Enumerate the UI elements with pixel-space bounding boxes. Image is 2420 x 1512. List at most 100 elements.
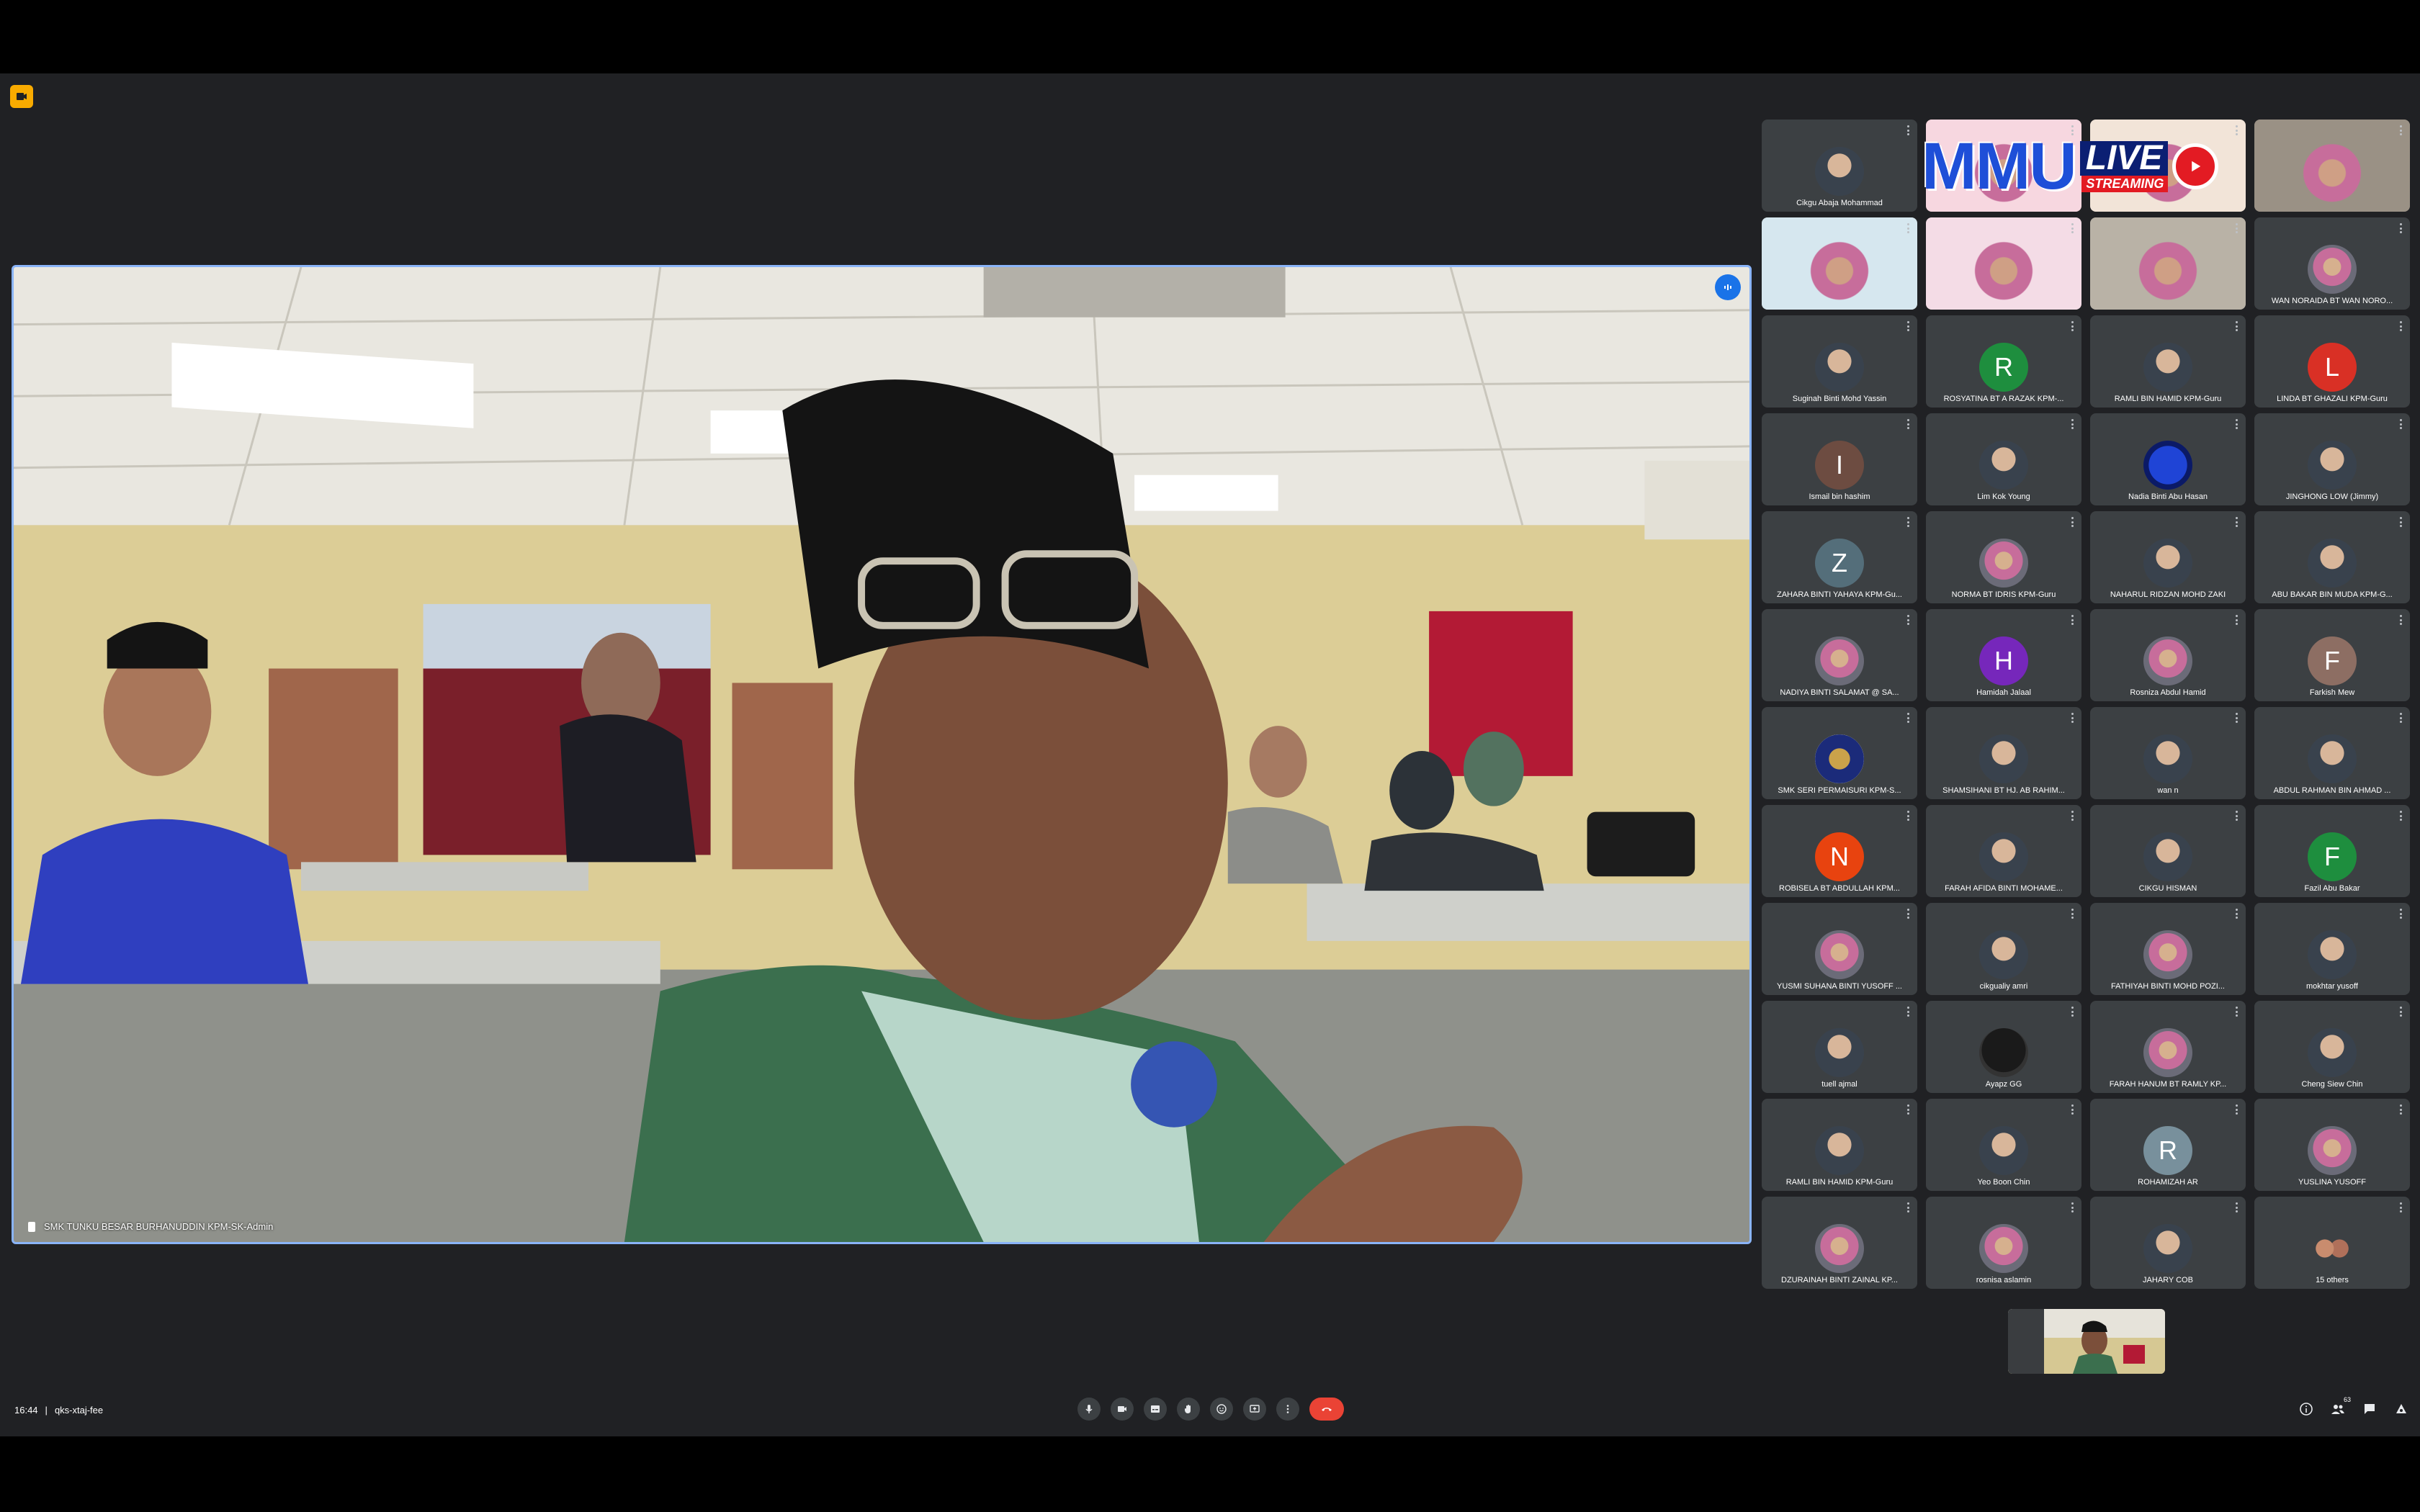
self-view-video[interactable] bbox=[2008, 1309, 2165, 1374]
participant-tile[interactable]: WAN NORAIDA BT WAN NORO... bbox=[2254, 217, 2410, 310]
participant-tile[interactable]: F Fazil Abu Bakar bbox=[2254, 805, 2410, 897]
participant-tile[interactable]: mokhtar yusoff bbox=[2254, 903, 2410, 995]
main-speaker-video[interactable]: SMK TUNKU BESAR BURHANUDDIN KPM-SK-Admin bbox=[12, 265, 1752, 1244]
participant-tile[interactable] bbox=[2254, 120, 2410, 212]
tile-options-icon[interactable] bbox=[2236, 1202, 2238, 1212]
participant-tile[interactable]: Cheng Siew Chin bbox=[2254, 1001, 2410, 1093]
participant-tile[interactable]: rosnisa aslamin bbox=[1926, 1197, 2081, 1289]
info-icon[interactable] bbox=[2298, 1400, 2315, 1418]
tile-options-icon[interactable] bbox=[2400, 125, 2403, 135]
tile-options-icon[interactable] bbox=[1907, 419, 1910, 429]
tile-options-icon[interactable] bbox=[2071, 811, 2074, 821]
tile-options-icon[interactable] bbox=[2236, 713, 2238, 723]
tile-options-icon[interactable] bbox=[2071, 223, 2074, 233]
microphone-icon[interactable] bbox=[1077, 1398, 1101, 1421]
tile-options-icon[interactable] bbox=[1907, 615, 1910, 625]
tile-options-icon[interactable] bbox=[2236, 419, 2238, 429]
tile-options-icon[interactable] bbox=[1907, 321, 1910, 331]
participant-tile[interactable]: ABDUL RAHMAN BIN AHMAD ... bbox=[2254, 707, 2410, 799]
tile-options-icon[interactable] bbox=[2400, 419, 2403, 429]
tile-options-icon[interactable] bbox=[2071, 1007, 2074, 1017]
participant-tile[interactable]: Suginah Binti Mohd Yassin bbox=[1762, 315, 1917, 408]
tile-options-icon[interactable] bbox=[2236, 615, 2238, 625]
participant-tile[interactable]: F Farkish Mew bbox=[2254, 609, 2410, 701]
participant-tile[interactable]: RAMLI BIN HAMID KPM-Guru bbox=[1762, 1099, 1917, 1191]
participant-tile[interactable]: Cikgu Abaja Mohammad bbox=[1762, 120, 1917, 212]
tile-options-icon[interactable] bbox=[1907, 811, 1910, 821]
tile-options-icon[interactable] bbox=[1907, 517, 1910, 527]
tile-options-icon[interactable] bbox=[2400, 811, 2403, 821]
tile-options-icon[interactable] bbox=[2071, 321, 2074, 331]
tile-options-icon[interactable] bbox=[2236, 1007, 2238, 1017]
tile-options-icon[interactable] bbox=[1907, 125, 1910, 135]
participant-tile[interactable]: Z ZAHARA BINTI YAHAYA KPM-Gu... bbox=[1762, 511, 1917, 603]
more-options-icon[interactable] bbox=[1276, 1398, 1299, 1421]
present-screen-icon[interactable] bbox=[1243, 1398, 1266, 1421]
raise-hand-icon[interactable] bbox=[1177, 1398, 1200, 1421]
tile-options-icon[interactable] bbox=[2400, 1007, 2403, 1017]
participant-tile[interactable]: FARAH AFIDA BINTI MOHAME... bbox=[1926, 805, 2081, 897]
emoji-icon[interactable] bbox=[1210, 1398, 1233, 1421]
tile-options-icon[interactable] bbox=[2236, 125, 2238, 135]
tile-options-icon[interactable] bbox=[2400, 1202, 2403, 1212]
participant-tile[interactable] bbox=[2090, 120, 2246, 212]
participant-tile[interactable]: RAMLI BIN HAMID KPM-Guru bbox=[2090, 315, 2246, 408]
participant-tile[interactable] bbox=[2090, 217, 2246, 310]
participant-tile[interactable]: JINGHONG LOW (Jimmy) bbox=[2254, 413, 2410, 505]
participant-tile[interactable]: tuell ajmal bbox=[1762, 1001, 1917, 1093]
app-badge-icon[interactable] bbox=[10, 85, 33, 108]
tile-options-icon[interactable] bbox=[1907, 1202, 1910, 1212]
tile-options-icon[interactable] bbox=[1907, 713, 1910, 723]
participant-tile[interactable]: DZURAINAH BINTI ZAINAL KP... bbox=[1762, 1197, 1917, 1289]
camera-icon[interactable] bbox=[1111, 1398, 1134, 1421]
tile-options-icon[interactable] bbox=[2236, 909, 2238, 919]
captions-icon[interactable] bbox=[1144, 1398, 1167, 1421]
tile-options-icon[interactable] bbox=[2071, 1202, 2074, 1212]
participant-tile[interactable]: NADIYA BINTI SALAMAT @ SA... bbox=[1762, 609, 1917, 701]
tile-options-icon[interactable] bbox=[2071, 713, 2074, 723]
chat-icon[interactable] bbox=[2361, 1400, 2378, 1418]
participant-tile[interactable]: 15 others bbox=[2254, 1197, 2410, 1289]
participant-tile[interactable]: N ROBISELA BT ABDULLAH KPM... bbox=[1762, 805, 1917, 897]
tile-options-icon[interactable] bbox=[2071, 517, 2074, 527]
tile-options-icon[interactable] bbox=[2400, 517, 2403, 527]
tile-options-icon[interactable] bbox=[2400, 615, 2403, 625]
tile-options-icon[interactable] bbox=[2236, 223, 2238, 233]
participant-tile[interactable] bbox=[1762, 217, 1917, 310]
tile-options-icon[interactable] bbox=[2400, 909, 2403, 919]
participant-tile[interactable] bbox=[1926, 120, 2081, 212]
participant-tile[interactable]: Ayapz GG bbox=[1926, 1001, 2081, 1093]
participant-tile[interactable]: L LINDA BT GHAZALI KPM-Guru bbox=[2254, 315, 2410, 408]
participant-tile[interactable]: YUSMI SUHANA BINTI YUSOFF ... bbox=[1762, 903, 1917, 995]
tile-options-icon[interactable] bbox=[2400, 223, 2403, 233]
activities-icon[interactable] bbox=[2393, 1400, 2410, 1418]
tile-options-icon[interactable] bbox=[2071, 419, 2074, 429]
participant-tile[interactable]: SMK SERI PERMAISURI KPM-S... bbox=[1762, 707, 1917, 799]
tile-options-icon[interactable] bbox=[2071, 125, 2074, 135]
tile-options-icon[interactable] bbox=[1907, 1104, 1910, 1115]
participant-tile[interactable] bbox=[1926, 217, 2081, 310]
participant-tile[interactable]: Lim Kok Young bbox=[1926, 413, 2081, 505]
tile-options-icon[interactable] bbox=[1907, 223, 1910, 233]
participant-tile[interactable]: Rosniza Abdul Hamid bbox=[2090, 609, 2246, 701]
tile-options-icon[interactable] bbox=[2236, 321, 2238, 331]
participant-tile[interactable]: CIKGU HISMAN bbox=[2090, 805, 2246, 897]
tile-options-icon[interactable] bbox=[1907, 1007, 1910, 1017]
tile-options-icon[interactable] bbox=[2071, 909, 2074, 919]
participant-tile[interactable]: R ROHAMIZAH AR bbox=[2090, 1099, 2246, 1191]
tile-options-icon[interactable] bbox=[2400, 321, 2403, 331]
end-call-icon[interactable] bbox=[1309, 1398, 1344, 1421]
participant-tile[interactable]: JAHARY COB bbox=[2090, 1197, 2246, 1289]
participant-tile[interactable]: FARAH HANUM BT RAMLY KP... bbox=[2090, 1001, 2246, 1093]
tile-options-icon[interactable] bbox=[2236, 811, 2238, 821]
participant-tile[interactable]: cikgualiy amri bbox=[1926, 903, 2081, 995]
tile-options-icon[interactable] bbox=[2071, 615, 2074, 625]
participant-tile[interactable]: I Ismail bin hashim bbox=[1762, 413, 1917, 505]
tile-options-icon[interactable] bbox=[2071, 1104, 2074, 1115]
participant-tile[interactable]: FATHIYAH BINTI MOHD POZI... bbox=[2090, 903, 2246, 995]
participant-tile[interactable]: NAHARUL RIDZAN MOHD ZAKI bbox=[2090, 511, 2246, 603]
tile-options-icon[interactable] bbox=[2400, 713, 2403, 723]
participant-tile[interactable]: wan n bbox=[2090, 707, 2246, 799]
participant-tile[interactable]: Yeo Boon Chin bbox=[1926, 1099, 2081, 1191]
tile-options-icon[interactable] bbox=[1907, 909, 1910, 919]
